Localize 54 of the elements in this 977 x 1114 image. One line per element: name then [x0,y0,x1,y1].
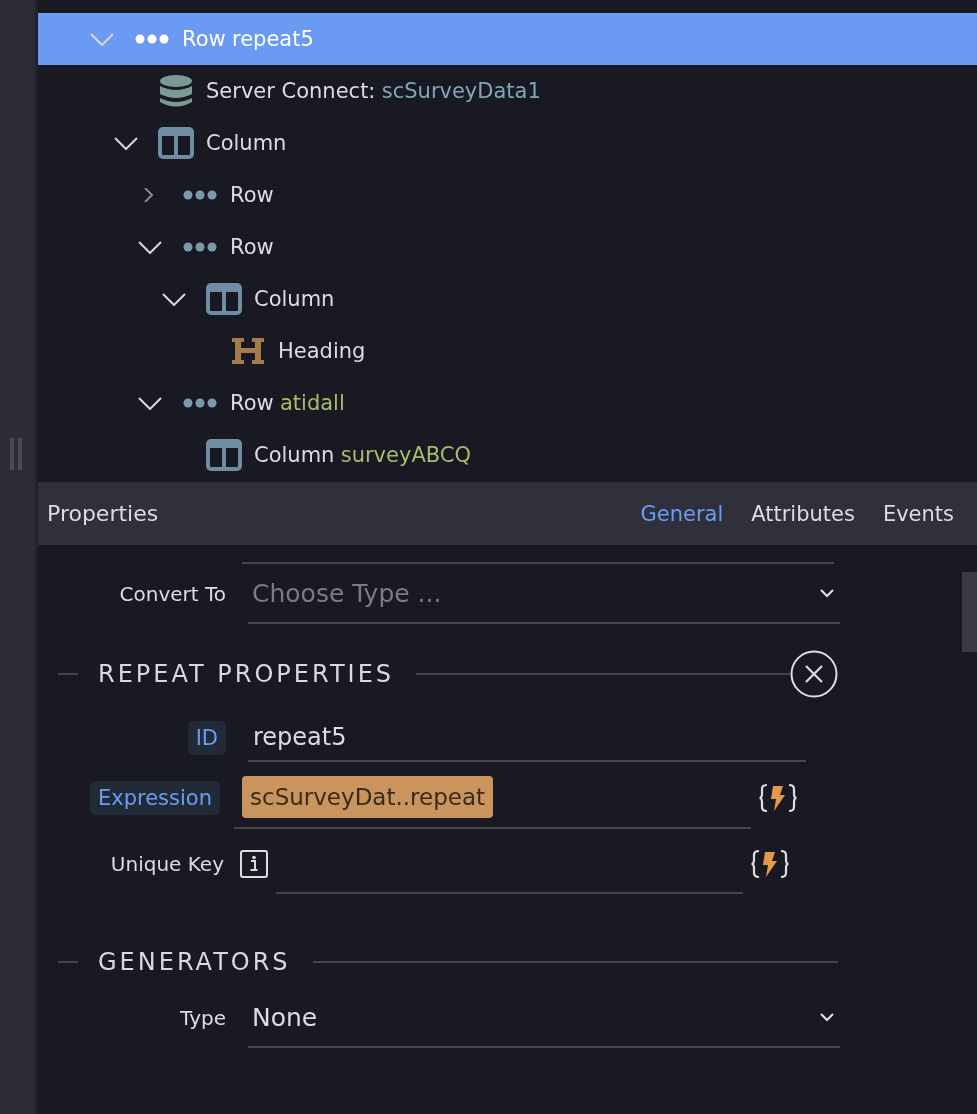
dots-icon [135,34,169,44]
chevron-icon[interactable] [114,136,138,150]
database-icon [159,74,193,108]
dots-icon [183,242,217,252]
columns-icon [206,283,242,315]
dynamic-data-icon[interactable] [759,783,797,813]
field-label: Type [179,1006,227,1030]
panel-title: Properties [47,501,159,526]
chevron-icon[interactable] [138,396,162,410]
field-label: Unique Key [110,852,224,876]
field-label: ID [187,721,226,755]
dots-icon [183,398,217,408]
section-title: REPEAT PROPERTIES [98,660,395,688]
tree-item[interactable]: Row atidall [38,377,977,429]
tree-item[interactable]: Server Connect: scSurveyData1 [38,65,977,117]
input-field[interactable]: scSurveyDat..repeat [234,767,751,829]
chevron-icon[interactable] [162,292,186,306]
close-icon[interactable] [790,650,838,698]
tab[interactable]: Events [882,501,954,526]
tree-item[interactable]: Column [38,273,977,325]
section-title: GENERATORS [98,948,291,976]
field-label: Expression [90,781,220,815]
node-label: Column surveyABCQ [254,443,471,467]
tab[interactable]: Attributes [751,501,855,526]
dynamic-data-icon[interactable] [751,849,789,879]
tab[interactable]: General [640,501,724,526]
tree-item[interactable]: Column surveyABCQ [38,429,977,481]
tree-item[interactable]: Row [38,221,977,273]
node-label: Heading [278,339,366,363]
node-label: Column [254,287,335,311]
info-icon[interactable] [240,850,268,878]
columns-icon [158,127,194,159]
select-field[interactable]: None [248,988,840,1048]
select-field[interactable]: Choose Type ... [248,564,840,624]
chevron-down-icon [820,588,834,598]
tree-item[interactable]: Heading [38,325,977,377]
node-label: Row [230,235,274,259]
dots-icon [183,190,217,200]
node-label: Row atidall [230,391,345,415]
resize-grip[interactable] [10,438,22,470]
node-label: Column [206,131,287,155]
node-label: Server Connect: scSurveyData1 [206,79,541,103]
tree-item[interactable]: Row [38,169,977,221]
tree-item[interactable]: Column [38,117,977,169]
chevron-icon[interactable] [138,240,162,254]
expression-token[interactable]: scSurveyDat..repeat [242,776,494,818]
field-label: Convert To [118,582,227,606]
heading-icon [231,336,265,366]
node-label: Row repeat5 [182,27,314,51]
chevron-down-icon [820,1012,834,1022]
columns-icon [206,439,242,471]
node-label: Row [230,183,274,207]
scrollbar-thumb[interactable] [962,572,977,652]
input-field[interactable]: repeat5 [248,714,806,762]
